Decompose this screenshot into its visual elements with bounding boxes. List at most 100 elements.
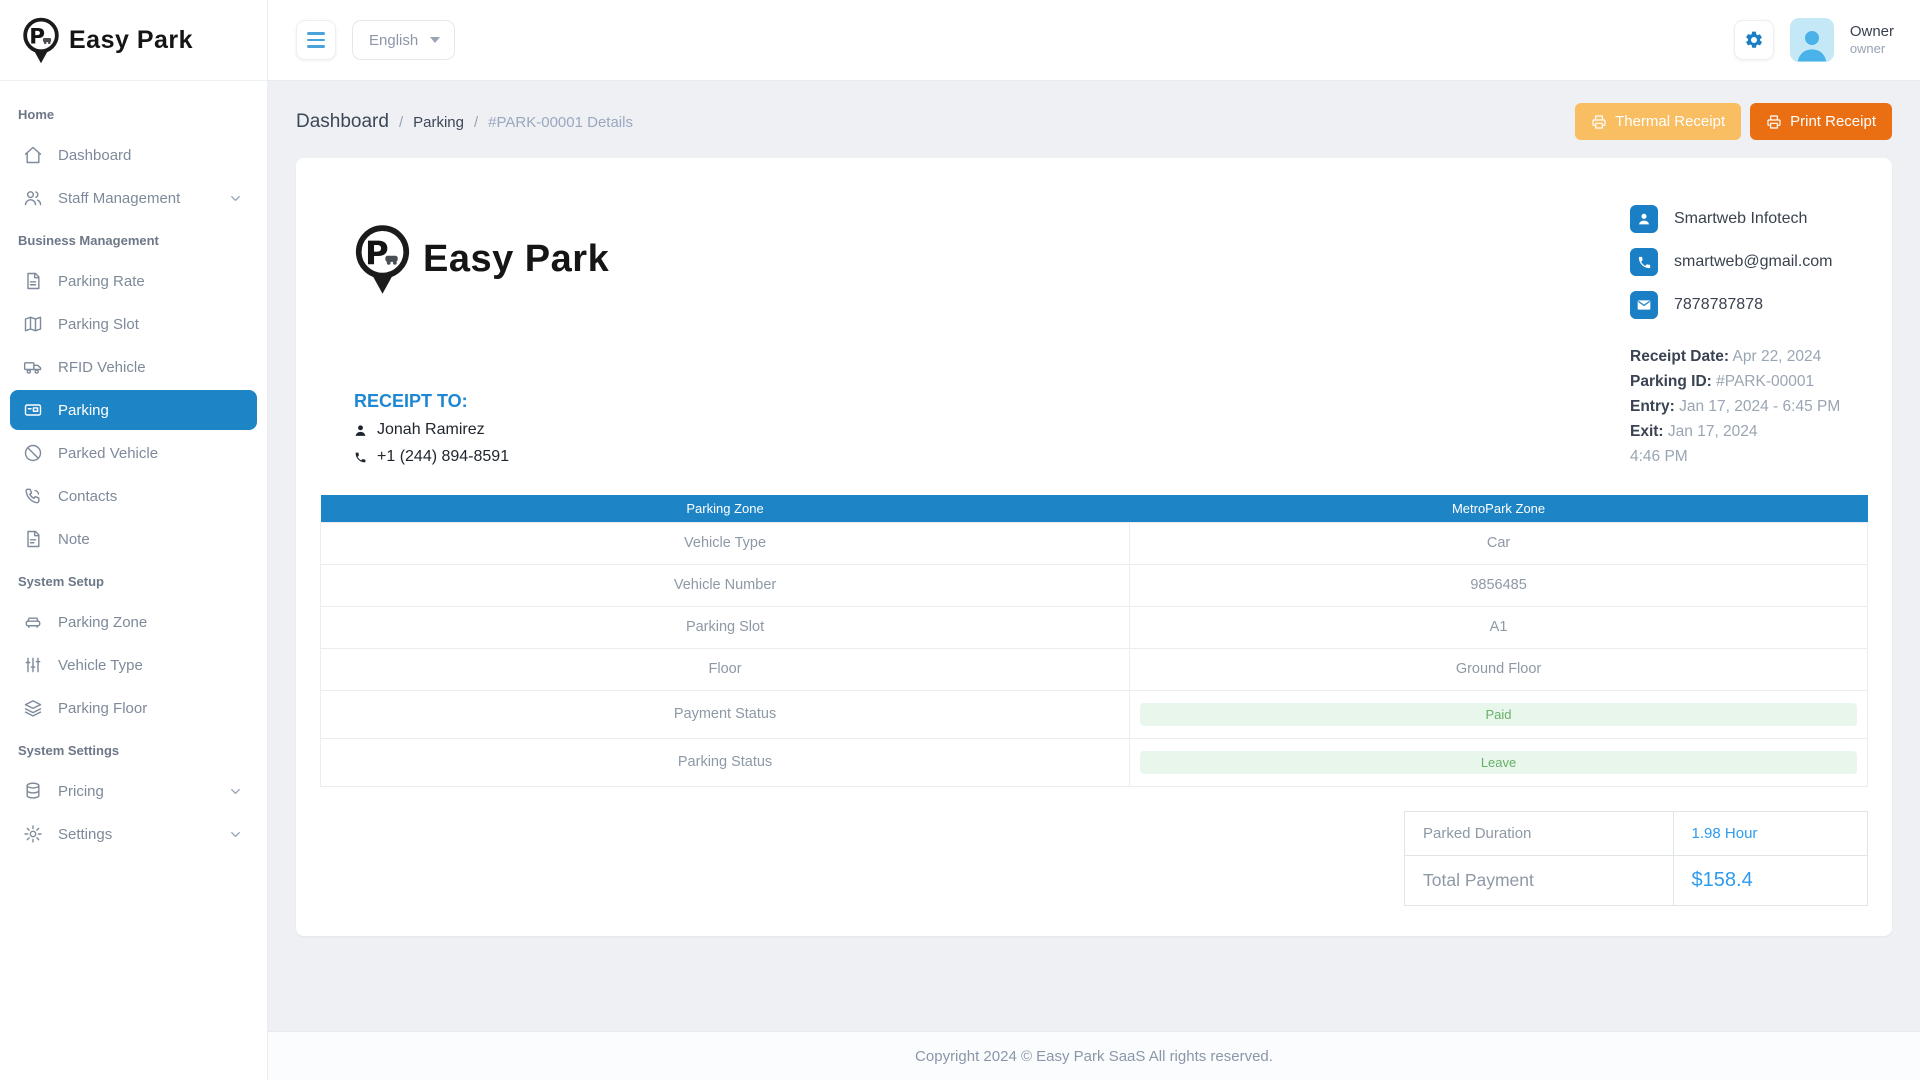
content-area: Dashboard / Parking / #PARK-00001 Detail… [268, 81, 1920, 1031]
table-row: Floor Ground Floor [321, 648, 1868, 690]
sidebar-item-rfid-vehicle[interactable]: RFID Vehicle [10, 347, 257, 387]
hamburger-icon [307, 32, 325, 48]
sidebar-item-settings[interactable]: Settings [10, 814, 257, 854]
chevron-down-icon [228, 784, 243, 799]
meta-receipt-date: Receipt Date: Apr 22, 2024 [1630, 344, 1868, 369]
user-name: Owner [1850, 23, 1894, 42]
language-select[interactable]: English [352, 20, 455, 60]
meta-value: Jan 17, 2024 - 6:45 PM [1679, 398, 1840, 415]
receipt-card: Easy Park RECEIPT TO: Jonah Ramirez [296, 158, 1892, 936]
print-receipt-button[interactable]: Print Receipt [1750, 103, 1892, 140]
summary-label: Parked Duration [1405, 811, 1674, 855]
company-phone-row: 7878787878 [1630, 291, 1868, 319]
map-icon [23, 314, 43, 334]
breadcrumb: Dashboard / Parking / #PARK-00001 Detail… [296, 111, 633, 133]
breadcrumb-dashboard[interactable]: Dashboard [296, 111, 389, 133]
sidebar-item-pricing[interactable]: Pricing [10, 771, 257, 811]
receipt-right: Smartweb Infotech smartweb@gmail.com [1630, 205, 1868, 469]
sidebar-item-note[interactable]: Note [10, 519, 257, 559]
company-phone: 7878787878 [1674, 296, 1763, 314]
sidebar-item-label: Pricing [58, 783, 104, 800]
sidebar-item-parking-floor[interactable]: Parking Floor [10, 688, 257, 728]
table-row: Parking Status Leave [321, 738, 1868, 786]
envelope-icon [1630, 291, 1658, 319]
sidebar-item-parking-zone[interactable]: Parking Zone [10, 602, 257, 642]
customer-phone: +1 (244) 894-8591 [377, 448, 509, 466]
sidebar-item-label: Dashboard [58, 147, 131, 164]
sidebar-item-label: Parking Zone [58, 614, 147, 631]
breadcrumb-current: #PARK-00001 Details [488, 114, 633, 131]
sidebar-item-label: Vehicle Type [58, 657, 143, 674]
settings-button[interactable] [1734, 20, 1774, 60]
menu-toggle-button[interactable] [296, 20, 336, 60]
parking-status-badge: Leave [1140, 751, 1857, 774]
truck-icon [23, 357, 43, 377]
sidebar-item-label: Note [58, 531, 90, 548]
person-icon [1630, 205, 1658, 233]
row-label: Vehicle Type [321, 522, 1130, 564]
breadcrumb-separator: / [474, 114, 478, 131]
sidebar-item-label: Contacts [58, 488, 117, 505]
sidebar-logo[interactable]: Easy Park [0, 0, 267, 81]
summary-row: Parked Duration 1.98 Hour [1405, 811, 1868, 855]
table-row: Vehicle Number 9856485 [321, 564, 1868, 606]
sidebar-item-staff-management[interactable]: Staff Management [10, 178, 257, 218]
table-row: Vehicle Type Car [321, 522, 1868, 564]
meta-label: Receipt Date: [1630, 348, 1729, 365]
thermal-receipt-button[interactable]: Thermal Receipt [1575, 103, 1741, 140]
summary-row-total: Total Payment $158.4 [1405, 855, 1868, 905]
phone-icon [1630, 248, 1658, 276]
page-header-row: Dashboard / Parking / #PARK-00001 Detail… [296, 103, 1892, 140]
main-column: English Owner owner [268, 0, 1920, 1080]
breadcrumb-parking[interactable]: Parking [413, 114, 464, 131]
receipt-to-title: RECEIPT TO: [354, 391, 609, 412]
row-value: Car [1130, 522, 1868, 564]
customer-phone-row: +1 (244) 894-8591 [354, 448, 609, 466]
section-business-management: Business Management [0, 221, 267, 258]
database-icon [23, 781, 43, 801]
company-name-row: Smartweb Infotech [1630, 205, 1868, 233]
summary-value: $158.4 [1673, 855, 1867, 905]
sidebar-item-parking-slot[interactable]: Parking Slot [10, 304, 257, 344]
summary-value: 1.98 Hour [1673, 811, 1867, 855]
person-icon [354, 424, 367, 437]
sidebar-item-parked-vehicle[interactable]: Parked Vehicle [10, 433, 257, 473]
row-label: Vehicle Number [321, 564, 1130, 606]
receipt-left: Easy Park RECEIPT TO: Jonah Ramirez [354, 224, 609, 469]
meta-exit: Exit: Jan 17, 2024 4:46 PM [1630, 419, 1868, 469]
person-icon [1792, 24, 1832, 62]
sidebar-item-parking-rate[interactable]: Parking Rate [10, 261, 257, 301]
payment-status-cell: Paid [1130, 690, 1868, 738]
table-row: Payment Status Paid [321, 690, 1868, 738]
sidebar-item-vehicle-type[interactable]: Vehicle Type [10, 645, 257, 685]
row-label: Parking Status [321, 738, 1130, 786]
table-row: Parking Slot A1 [321, 606, 1868, 648]
print-receipt-label: Print Receipt [1790, 113, 1876, 130]
meta-label: Exit: [1630, 423, 1664, 440]
printer-icon [1766, 114, 1782, 130]
row-label: Payment Status [321, 690, 1130, 738]
sidebar-item-label: Parking [58, 402, 109, 419]
sidebar-nav: Home Dashboard Staff Management Business… [0, 81, 267, 857]
car-icon [23, 612, 43, 632]
customer-name: Jonah Ramirez [377, 421, 485, 439]
phone-icon [354, 451, 367, 464]
layers-icon [23, 698, 43, 718]
user-avatar[interactable] [1790, 18, 1834, 62]
parking-details-table: Parking Zone MetroPark Zone Vehicle Type… [320, 495, 1868, 787]
sidebar-item-contacts[interactable]: Contacts [10, 476, 257, 516]
parking-status-cell: Leave [1130, 738, 1868, 786]
sidebar-item-label: Parked Vehicle [58, 445, 158, 462]
header-zone-value: MetroPark Zone [1130, 495, 1868, 522]
slash-circle-icon [23, 443, 43, 463]
sidebar-item-parking[interactable]: Parking [10, 390, 257, 430]
topbar: English Owner owner [268, 0, 1920, 81]
sidebar-item-label: Parking Rate [58, 273, 145, 290]
meta-parking-id: Parking ID: #PARK-00001 [1630, 369, 1868, 394]
sidebar-item-dashboard[interactable]: Dashboard [10, 135, 257, 175]
brand-pin-icon [354, 224, 411, 295]
company-email-row: smartweb@gmail.com [1630, 248, 1868, 276]
sidebar-item-label: Settings [58, 826, 112, 843]
header-parking-zone: Parking Zone [321, 495, 1130, 522]
brand-name: Easy Park [69, 26, 193, 55]
